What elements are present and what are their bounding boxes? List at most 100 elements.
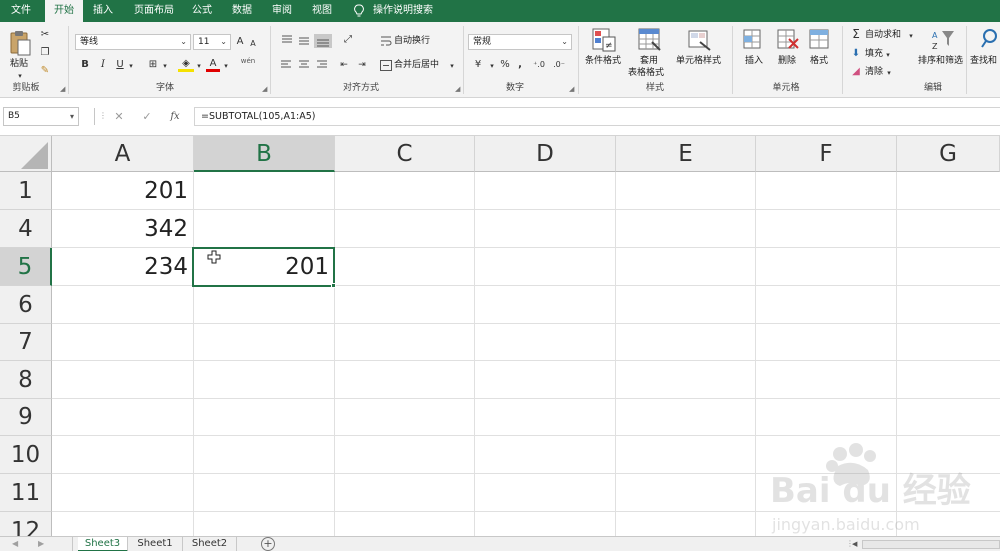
paste-dropdown-icon[interactable]: ▾ — [10, 69, 30, 83]
format-as-table-line1[interactable]: 套用 — [640, 55, 658, 67]
find-select-button[interactable]: 查找和 — [970, 55, 997, 67]
sort-filter-icon[interactable]: AZ — [930, 28, 956, 52]
copy-icon[interactable]: ❐ — [38, 46, 52, 60]
insert-cells-icon[interactable] — [742, 28, 766, 52]
column-header-f[interactable]: F — [756, 136, 897, 172]
select-all-button[interactable] — [0, 136, 52, 172]
column-header-c[interactable]: C — [335, 136, 475, 172]
sheet-tab-sheet2[interactable]: Sheet2 — [183, 537, 237, 551]
clipboard-launcher-icon[interactable]: ◢ — [60, 85, 65, 93]
next-sheet-icon[interactable]: ▶ — [38, 537, 44, 551]
row-header-1[interactable]: 1 — [0, 172, 52, 210]
decrease-decimal-icon[interactable]: .0⁻ — [550, 58, 568, 72]
orientation-icon[interactable]: ⤢ — [338, 33, 358, 47]
horizontal-align-icons[interactable] — [280, 59, 330, 71]
format-as-table-icon[interactable] — [638, 28, 662, 52]
add-sheet-button[interactable]: + — [261, 537, 275, 551]
font-size-select[interactable]: 11 ⌄ — [193, 34, 231, 50]
column-header-b[interactable]: B — [194, 136, 335, 172]
bold-button[interactable]: B — [78, 58, 92, 72]
tab-view[interactable]: 视图 — [306, 0, 338, 22]
paste-icon[interactable] — [8, 30, 32, 56]
tab-home[interactable]: 开始 — [45, 0, 83, 22]
tab-page-layout[interactable]: 页面布局 — [126, 0, 182, 22]
column-header-g[interactable]: G — [897, 136, 1000, 172]
formula-input[interactable]: =SUBTOTAL(105,A1:A5) — [194, 107, 1000, 126]
find-icon[interactable] — [980, 27, 1000, 51]
merge-dropdown-icon[interactable]: ▾ — [447, 59, 457, 73]
wrap-text-button[interactable]: 自动换行 — [394, 35, 430, 47]
format-painter-icon[interactable]: ✎ — [38, 64, 52, 78]
tab-insert[interactable]: 插入 — [86, 0, 120, 22]
cell-a5[interactable]: 234 — [52, 248, 194, 286]
conditional-formatting-icon[interactable]: ≠ — [592, 28, 616, 52]
column-header-a[interactable]: A — [52, 136, 194, 172]
prev-sheet-icon[interactable]: ◀ — [12, 537, 18, 551]
row-header-9[interactable]: 9 — [0, 399, 52, 436]
row-header-11[interactable]: 11 — [0, 474, 52, 512]
row-header-12[interactable]: 12 — [0, 512, 52, 536]
cancel-icon[interactable]: ✕ — [110, 107, 128, 126]
clear-dropdown-icon[interactable]: ▾ — [884, 66, 894, 80]
font-color-dropdown-icon[interactable]: ▾ — [221, 59, 231, 73]
tab-review[interactable]: 审阅 — [266, 0, 298, 22]
cell-styles-button[interactable]: 单元格样式 — [676, 55, 721, 67]
shrink-font-button[interactable]: A — [248, 37, 258, 51]
number-format-select[interactable]: 常规 ⌄ — [468, 34, 572, 50]
sheet-tab-sheet3[interactable]: Sheet3 — [78, 537, 128, 551]
fill-down-icon[interactable]: ⬇ — [850, 47, 862, 61]
fill-dropdown-icon[interactable]: ▾ — [194, 59, 204, 73]
font-name-select[interactable]: 等线 ⌄ — [75, 34, 191, 50]
font-launcher-icon[interactable]: ◢ — [262, 85, 267, 93]
column-header-d[interactable]: D — [475, 136, 616, 172]
eraser-icon[interactable]: ◢ — [850, 65, 862, 79]
fill-button[interactable]: 填充 — [865, 48, 883, 60]
resize-handle-icon[interactable]: ⋮ — [99, 111, 107, 120]
cell-a1[interactable]: 201 — [52, 172, 194, 210]
fill-color-icon[interactable]: ◈ — [178, 58, 194, 72]
underline-dropdown-icon[interactable]: ▾ — [126, 59, 136, 73]
currency-dropdown-icon[interactable]: ▾ — [487, 59, 497, 73]
border-dropdown-icon[interactable]: ▾ — [160, 59, 170, 73]
increase-decimal-icon[interactable]: ⁺.0 — [530, 58, 548, 72]
wrap-text-icon[interactable] — [380, 35, 392, 47]
number-launcher-icon[interactable]: ◢ — [569, 85, 574, 93]
row-header-5[interactable]: 5 — [0, 248, 52, 286]
name-box[interactable]: B5 ▾ — [3, 107, 79, 126]
format-as-table-line2[interactable]: 表格格式 — [628, 67, 664, 79]
sheet-tab-sheet1[interactable]: Sheet1 — [128, 537, 183, 551]
scroll-left-icon[interactable]: ◀ — [852, 538, 862, 550]
comma-button[interactable]: , — [513, 58, 527, 72]
percent-button[interactable]: % — [498, 58, 512, 72]
row-header-7[interactable]: 7 — [0, 324, 52, 361]
enter-icon[interactable]: ✓ — [138, 107, 156, 126]
phonetic-button[interactable]: wén — [238, 54, 258, 68]
column-header-e[interactable]: E — [616, 136, 756, 172]
underline-button[interactable]: U — [113, 58, 127, 72]
format-cells-icon[interactable] — [808, 28, 832, 52]
merge-center-icon[interactable] — [380, 60, 392, 71]
merge-center-button[interactable]: 合并后居中 — [394, 59, 439, 71]
fill-dropdown-icon[interactable]: ▾ — [883, 48, 893, 62]
insert-function-button[interactable]: fx — [166, 107, 184, 126]
clear-button[interactable]: 清除 — [865, 66, 883, 78]
cell-styles-icon[interactable] — [688, 28, 712, 52]
delete-cells-icon[interactable] — [776, 28, 800, 52]
autosum-icon[interactable]: Σ — [850, 27, 862, 41]
decrease-indent-icon[interactable]: ⇤ — [336, 58, 352, 72]
row-header-6[interactable]: 6 — [0, 286, 52, 324]
fill-handle[interactable] — [331, 283, 336, 288]
italic-button[interactable]: I — [96, 58, 110, 72]
alignment-launcher-icon[interactable]: ◢ — [455, 85, 460, 93]
cell-a4[interactable]: 342 — [52, 210, 194, 248]
row-header-8[interactable]: 8 — [0, 361, 52, 399]
format-cells-button[interactable]: 格式 — [810, 55, 828, 67]
delete-cells-button[interactable]: 删除 — [778, 55, 796, 67]
horizontal-scrollbar[interactable] — [862, 540, 1000, 549]
vertical-align-icons[interactable] — [280, 34, 334, 48]
autosum-dropdown-icon[interactable]: ▾ — [906, 29, 916, 43]
tell-me-search[interactable]: 操作说明搜索 — [370, 0, 436, 22]
font-color-button[interactable]: A — [206, 58, 220, 72]
tab-data[interactable]: 数据 — [226, 0, 258, 22]
insert-cells-button[interactable]: 插入 — [745, 55, 763, 67]
